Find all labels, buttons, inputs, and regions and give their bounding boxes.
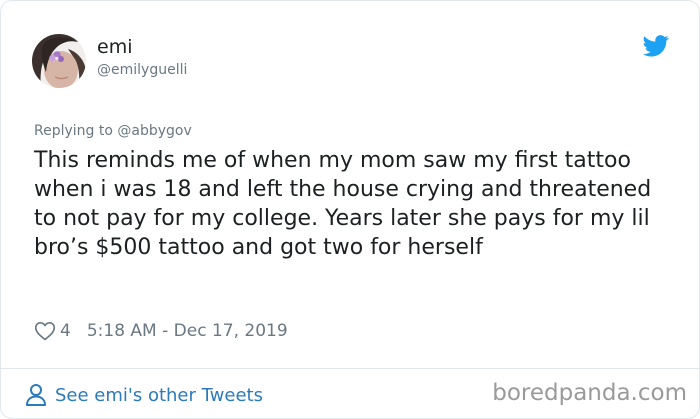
replying-to[interactable]: Replying to @abbygov xyxy=(34,122,192,140)
timestamp[interactable]: 5:18 AM - Dec 17, 2019 xyxy=(87,321,288,341)
person-icon xyxy=(26,384,46,406)
tweet-meta: 4 5:18 AM - Dec 17, 2019 xyxy=(34,319,288,343)
tweet-card: emi @emilyguelli Replying to @abbygov Th… xyxy=(0,0,700,419)
see-other-tweets-link[interactable]: See emi's other Tweets xyxy=(25,382,263,408)
like-count[interactable]: 4 xyxy=(60,321,71,341)
tweet-text: This reminds me of when my mom saw my fi… xyxy=(34,148,652,260)
author-handle[interactable]: @emilyguelli xyxy=(97,61,187,79)
avatar-image xyxy=(32,34,86,88)
see-other-tweets-label: See emi's other Tweets xyxy=(55,384,263,406)
avatar[interactable] xyxy=(32,34,86,88)
twitter-bird-icon[interactable] xyxy=(643,35,669,57)
divider xyxy=(1,368,699,369)
watermark: boredpanda.com xyxy=(492,380,687,406)
author-name[interactable]: emi xyxy=(97,36,132,58)
heart-icon[interactable] xyxy=(34,321,56,341)
